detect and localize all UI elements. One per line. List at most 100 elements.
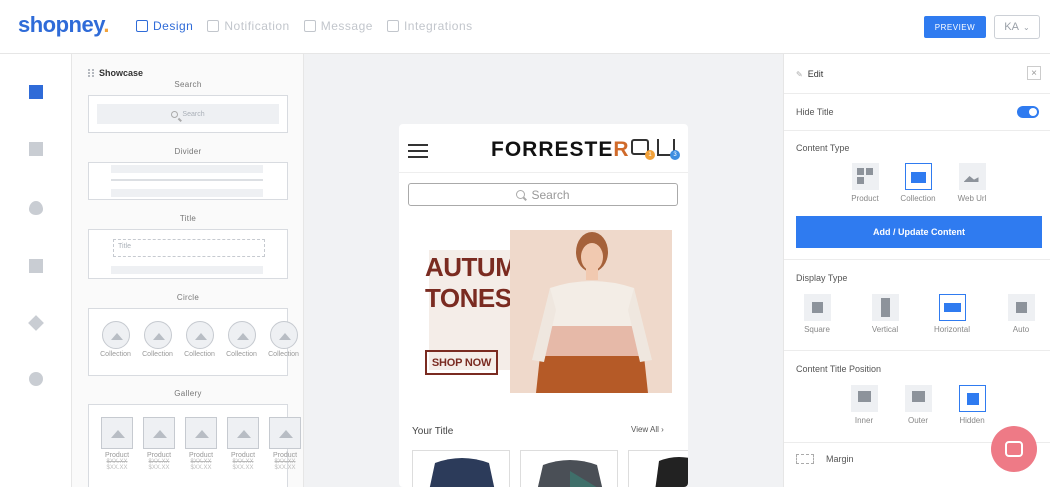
title-bar xyxy=(111,266,263,274)
view-all-text: View All xyxy=(631,425,659,434)
title-block[interactable]: Title xyxy=(88,229,288,279)
hidden-position-icon xyxy=(958,385,986,412)
gallery-item-price: $XX.XX xyxy=(148,465,170,471)
top-bar: shopney. Design Notification Message Int… xyxy=(0,0,1050,54)
gallery-block[interactable]: Product $XX.XX $XX.XX Product $XX.XX $XX.XX … xyxy=(88,404,301,487)
brand-main: FORRESTE xyxy=(491,138,614,161)
drop-icon[interactable] xyxy=(29,201,43,215)
phone-preview: FORRESTER 1 3 Search AUTUMN TONES SHOP NO… xyxy=(399,124,688,487)
tab-integrations[interactable]: Integrations xyxy=(386,19,473,33)
product-card[interactable] xyxy=(520,450,618,487)
store-search-bar[interactable]: Search xyxy=(408,183,678,206)
showcase-title: Showcase xyxy=(88,68,143,78)
title-block-label: Title xyxy=(179,214,197,223)
inner-position-icon xyxy=(850,385,878,412)
edit-panel: ✎ Edit × Hide Title Content Type Product … xyxy=(783,54,1050,487)
design-canvas: FORRESTER 1 3 Search AUTUMN TONES SHOP NO… xyxy=(304,54,783,487)
title-position-hidden[interactable]: Hidden xyxy=(947,385,997,425)
tab-label: Notification xyxy=(224,19,290,33)
tab-notification[interactable]: Notification xyxy=(207,19,289,33)
circle-item-label: Collection xyxy=(268,351,299,358)
image-icon xyxy=(185,321,214,349)
preview-button[interactable]: PREVIEW xyxy=(924,16,986,38)
gallery-item-name: Product xyxy=(104,452,130,459)
chevron-down-icon: ⌄ xyxy=(1022,22,1030,32)
user-menu-button[interactable]: KA ⌄ xyxy=(994,15,1040,39)
hero-banner[interactable]: AUTUMN TONES SHOP NOW xyxy=(409,230,672,396)
image-icon xyxy=(269,321,298,349)
divider-block[interactable] xyxy=(88,162,288,200)
title-position-label: Content Title Position xyxy=(796,364,882,374)
circle-item-label: Collection xyxy=(226,351,257,358)
box-icon[interactable] xyxy=(28,315,44,331)
gallery-item-price: $XX.XX xyxy=(232,465,254,471)
circle-item: Collection xyxy=(226,321,257,358)
image-icon xyxy=(101,321,130,349)
edit-title-text: Edit xyxy=(807,69,824,79)
circle-item-label: Collection xyxy=(184,351,215,358)
main-nav: Design Notification Message Integrations xyxy=(136,19,473,33)
gallery-item-name: Product xyxy=(230,452,256,459)
search-icon xyxy=(516,190,526,199)
display-type-horizontal[interactable]: Horizontal xyxy=(927,294,977,334)
gallery-item: Product $XX.XX $XX.XX xyxy=(101,417,133,471)
circle-block[interactable]: Collection Collection Collection Collect… xyxy=(88,308,299,376)
add-update-content-button[interactable]: Add / Update Content xyxy=(796,216,1042,248)
circle-item: Collection xyxy=(142,321,173,358)
circle-block-label: Circle xyxy=(176,293,200,302)
gallery-item-name: Product xyxy=(188,452,214,459)
chat-bubble-icon xyxy=(1005,441,1023,457)
circle-item-label: Collection xyxy=(100,351,131,358)
view-all-link[interactable]: View All › xyxy=(631,425,664,434)
image-icon xyxy=(958,163,986,190)
user-initials: KA xyxy=(1004,21,1019,33)
product-image xyxy=(655,457,688,487)
product-card[interactable] xyxy=(628,450,688,487)
gallery-block-label: Gallery xyxy=(174,389,202,398)
drag-handle-icon[interactable] xyxy=(88,69,94,77)
content-type-collection[interactable]: Collection xyxy=(893,163,943,203)
circle-item: Collection xyxy=(184,321,215,358)
hide-title-toggle[interactable] xyxy=(1017,106,1039,118)
divider-block-label: Divider xyxy=(174,147,202,156)
app-logo[interactable]: shopney. xyxy=(18,12,109,38)
display-type-square[interactable]: Square xyxy=(792,294,842,334)
gallery-item-price: $XX.XX xyxy=(190,465,212,471)
display-type-vertical[interactable]: Vertical xyxy=(860,294,910,334)
mini-search-placeholder: Search xyxy=(182,110,205,118)
page-icon[interactable] xyxy=(29,142,43,156)
margin-row[interactable]: Margin xyxy=(796,454,854,464)
divider-bar-bottom xyxy=(111,189,263,197)
title-placeholder: Title xyxy=(113,239,265,257)
display-type-label-text: Vertical xyxy=(871,325,899,334)
content-type-label: Content Type xyxy=(796,143,850,153)
search-block[interactable]: Search xyxy=(88,95,288,133)
support-chat-button[interactable] xyxy=(991,426,1037,472)
gallery-item: Product $XX.XX $XX.XX xyxy=(185,417,217,471)
layout-icon[interactable] xyxy=(29,259,43,273)
title-position-outer[interactable]: Outer xyxy=(893,385,943,425)
section-title: Your Title xyxy=(412,426,454,437)
gallery-item-name: Product xyxy=(272,452,298,459)
close-icon[interactable]: × xyxy=(1027,66,1041,80)
display-type-auto[interactable]: Auto xyxy=(996,294,1046,334)
image-icon xyxy=(143,417,175,449)
square-icon xyxy=(803,294,831,321)
hamburger-menu-icon[interactable] xyxy=(408,144,428,158)
margin-icon xyxy=(796,454,814,464)
title-position-inner[interactable]: Inner xyxy=(839,385,889,425)
settings-icon[interactable] xyxy=(29,372,43,386)
notification-icon xyxy=(207,20,220,32)
image-icon xyxy=(143,321,172,349)
shop-now-button[interactable]: SHOP NOW xyxy=(425,350,498,375)
tab-design[interactable]: Design xyxy=(136,19,193,33)
hide-title-row: Hide Title xyxy=(784,94,1050,131)
display-type-label-text: Auto xyxy=(1012,325,1030,334)
content-type-web-url[interactable]: Web Url xyxy=(947,163,997,203)
dashboard-icon[interactable] xyxy=(29,85,43,99)
tab-message[interactable]: Message xyxy=(303,19,373,33)
title-position-label-text: Outer xyxy=(907,416,928,425)
product-card[interactable] xyxy=(412,450,510,487)
auto-icon xyxy=(1007,294,1035,321)
content-type-product[interactable]: Product xyxy=(840,163,890,203)
